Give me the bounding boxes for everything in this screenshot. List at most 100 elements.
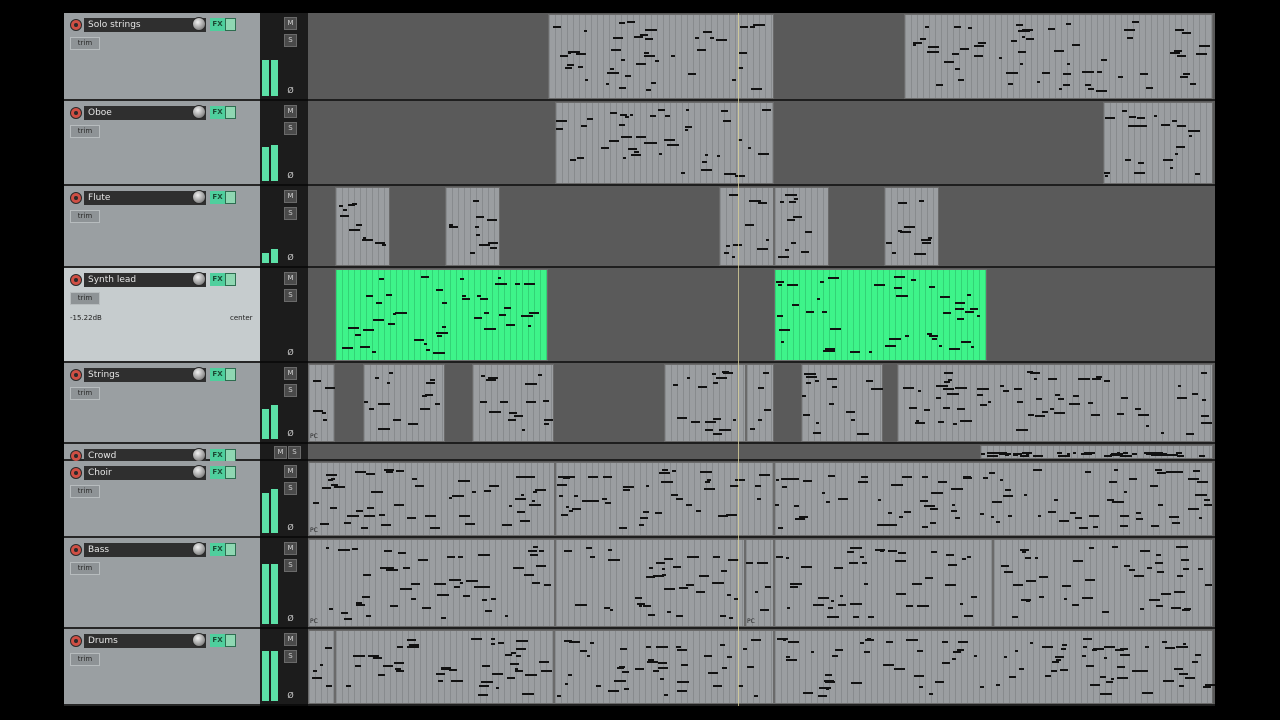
mute-button[interactable]: M bbox=[284, 367, 297, 380]
track-header[interactable]: Synth lead FX trim -15.22dB center bbox=[64, 268, 260, 363]
track-lane[interactable]: PC bbox=[308, 461, 1215, 538]
mute-button[interactable]: M bbox=[284, 542, 297, 555]
fx-bypass-button[interactable] bbox=[225, 18, 236, 31]
phase-icon[interactable]: Ø bbox=[286, 691, 295, 700]
mute-button[interactable]: M bbox=[274, 446, 287, 459]
trim-envelope-button[interactable]: trim bbox=[70, 210, 100, 223]
pan-knob-icon[interactable] bbox=[192, 272, 206, 286]
record-arm-icon[interactable] bbox=[70, 369, 82, 381]
track-lane[interactable] bbox=[308, 101, 1215, 186]
fx-button[interactable]: FX bbox=[210, 273, 225, 286]
midi-item[interactable] bbox=[555, 539, 745, 627]
solo-button[interactable]: S bbox=[284, 384, 297, 397]
mute-button[interactable]: M bbox=[284, 105, 297, 118]
midi-item[interactable] bbox=[774, 539, 993, 627]
track-lane[interactable]: PC bbox=[308, 363, 1215, 444]
fx-bypass-button[interactable] bbox=[225, 543, 236, 556]
midi-item[interactable] bbox=[555, 102, 774, 184]
track-name[interactable]: Drums bbox=[84, 634, 206, 648]
track-lane[interactable] bbox=[308, 13, 1215, 101]
edit-cursor[interactable] bbox=[738, 13, 739, 706]
phase-icon[interactable]: Ø bbox=[286, 171, 295, 180]
track-lane[interactable] bbox=[308, 629, 1215, 706]
fx-bypass-button[interactable] bbox=[225, 191, 236, 204]
midi-item[interactable] bbox=[801, 364, 883, 442]
midi-item[interactable]: PC bbox=[308, 539, 555, 627]
midi-item[interactable]: PC bbox=[745, 539, 774, 627]
pan-knob-icon[interactable] bbox=[192, 367, 206, 381]
trim-envelope-button[interactable]: trim bbox=[70, 387, 100, 400]
phase-icon[interactable]: Ø bbox=[286, 348, 295, 357]
mute-button[interactable]: M bbox=[284, 17, 297, 30]
solo-button[interactable]: S bbox=[284, 559, 297, 572]
fx-button[interactable]: FX bbox=[210, 543, 225, 556]
midi-item[interactable] bbox=[774, 187, 829, 266]
track-name[interactable]: Bass bbox=[84, 543, 206, 557]
fx-button[interactable]: FX bbox=[210, 106, 225, 119]
track-lane[interactable]: PC PC bbox=[308, 538, 1215, 629]
phase-icon[interactable]: Ø bbox=[286, 429, 295, 438]
midi-item[interactable] bbox=[746, 364, 774, 442]
midi-item[interactable] bbox=[308, 630, 335, 704]
fx-button[interactable]: FX bbox=[210, 18, 225, 31]
pan-knob-icon[interactable] bbox=[192, 448, 206, 462]
midi-item[interactable] bbox=[980, 445, 1213, 459]
midi-item[interactable] bbox=[774, 462, 1213, 536]
midi-item[interactable] bbox=[555, 462, 774, 536]
fx-button[interactable]: FX bbox=[210, 466, 225, 479]
trim-envelope-button[interactable]: trim bbox=[70, 125, 100, 138]
fx-bypass-button[interactable] bbox=[225, 466, 236, 479]
midi-item[interactable] bbox=[664, 364, 746, 442]
midi-item[interactable] bbox=[548, 14, 774, 99]
fx-button[interactable]: FX bbox=[210, 368, 225, 381]
mute-button[interactable]: M bbox=[284, 465, 297, 478]
record-arm-icon[interactable] bbox=[70, 19, 82, 31]
track-header[interactable]: Crowd FX bbox=[64, 444, 260, 463]
record-arm-icon[interactable] bbox=[70, 192, 82, 204]
track-header[interactable]: Oboe FX trim bbox=[64, 101, 260, 186]
track-header[interactable]: Drums FX trim bbox=[64, 629, 260, 706]
midi-item[interactable] bbox=[335, 630, 554, 704]
fx-bypass-button[interactable] bbox=[225, 106, 236, 119]
midi-item[interactable] bbox=[774, 630, 1215, 704]
mute-button[interactable]: M bbox=[284, 633, 297, 646]
track-header[interactable]: Strings FX trim bbox=[64, 363, 260, 444]
track-header[interactable]: Solo strings FX trim bbox=[64, 13, 260, 101]
pan-knob-icon[interactable] bbox=[192, 190, 206, 204]
midi-item[interactable] bbox=[335, 187, 390, 266]
mute-button[interactable]: M bbox=[284, 272, 297, 285]
track-name[interactable]: Synth lead bbox=[84, 273, 206, 287]
midi-item[interactable] bbox=[445, 187, 500, 266]
midi-item[interactable] bbox=[472, 364, 554, 442]
midi-item[interactable] bbox=[1103, 102, 1213, 184]
midi-item[interactable]: PC bbox=[308, 364, 335, 442]
track-name[interactable]: Flute bbox=[84, 191, 206, 205]
fx-bypass-button[interactable] bbox=[225, 634, 236, 647]
phase-icon[interactable]: Ø bbox=[286, 523, 295, 532]
track-lane[interactable] bbox=[308, 444, 1215, 461]
midi-item[interactable] bbox=[904, 14, 1213, 99]
record-arm-icon[interactable] bbox=[70, 635, 82, 647]
pan-knob-icon[interactable] bbox=[192, 633, 206, 647]
midi-item[interactable] bbox=[554, 630, 774, 704]
fx-bypass-button[interactable] bbox=[225, 368, 236, 381]
track-name[interactable]: Solo strings bbox=[84, 18, 206, 32]
pan-knob-icon[interactable] bbox=[192, 465, 206, 479]
track-name[interactable]: Strings bbox=[84, 368, 206, 382]
phase-icon[interactable]: Ø bbox=[286, 253, 295, 262]
fx-button[interactable]: FX bbox=[210, 191, 225, 204]
trim-envelope-button[interactable]: trim bbox=[70, 37, 100, 50]
trim-envelope-button[interactable]: trim bbox=[70, 562, 100, 575]
pan-knob-icon[interactable] bbox=[192, 17, 206, 31]
midi-item-selected[interactable] bbox=[774, 269, 987, 361]
track-header[interactable]: Choir FX trim bbox=[64, 461, 260, 538]
phase-icon[interactable]: Ø bbox=[286, 86, 295, 95]
record-arm-icon[interactable] bbox=[70, 544, 82, 556]
midi-item[interactable] bbox=[993, 539, 1213, 627]
fx-bypass-button[interactable] bbox=[225, 273, 236, 286]
midi-item[interactable] bbox=[363, 364, 445, 442]
trim-envelope-button[interactable]: trim bbox=[70, 485, 100, 498]
midi-item[interactable] bbox=[884, 187, 939, 266]
solo-button[interactable]: S bbox=[284, 34, 297, 47]
fx-button[interactable]: FX bbox=[210, 634, 225, 647]
